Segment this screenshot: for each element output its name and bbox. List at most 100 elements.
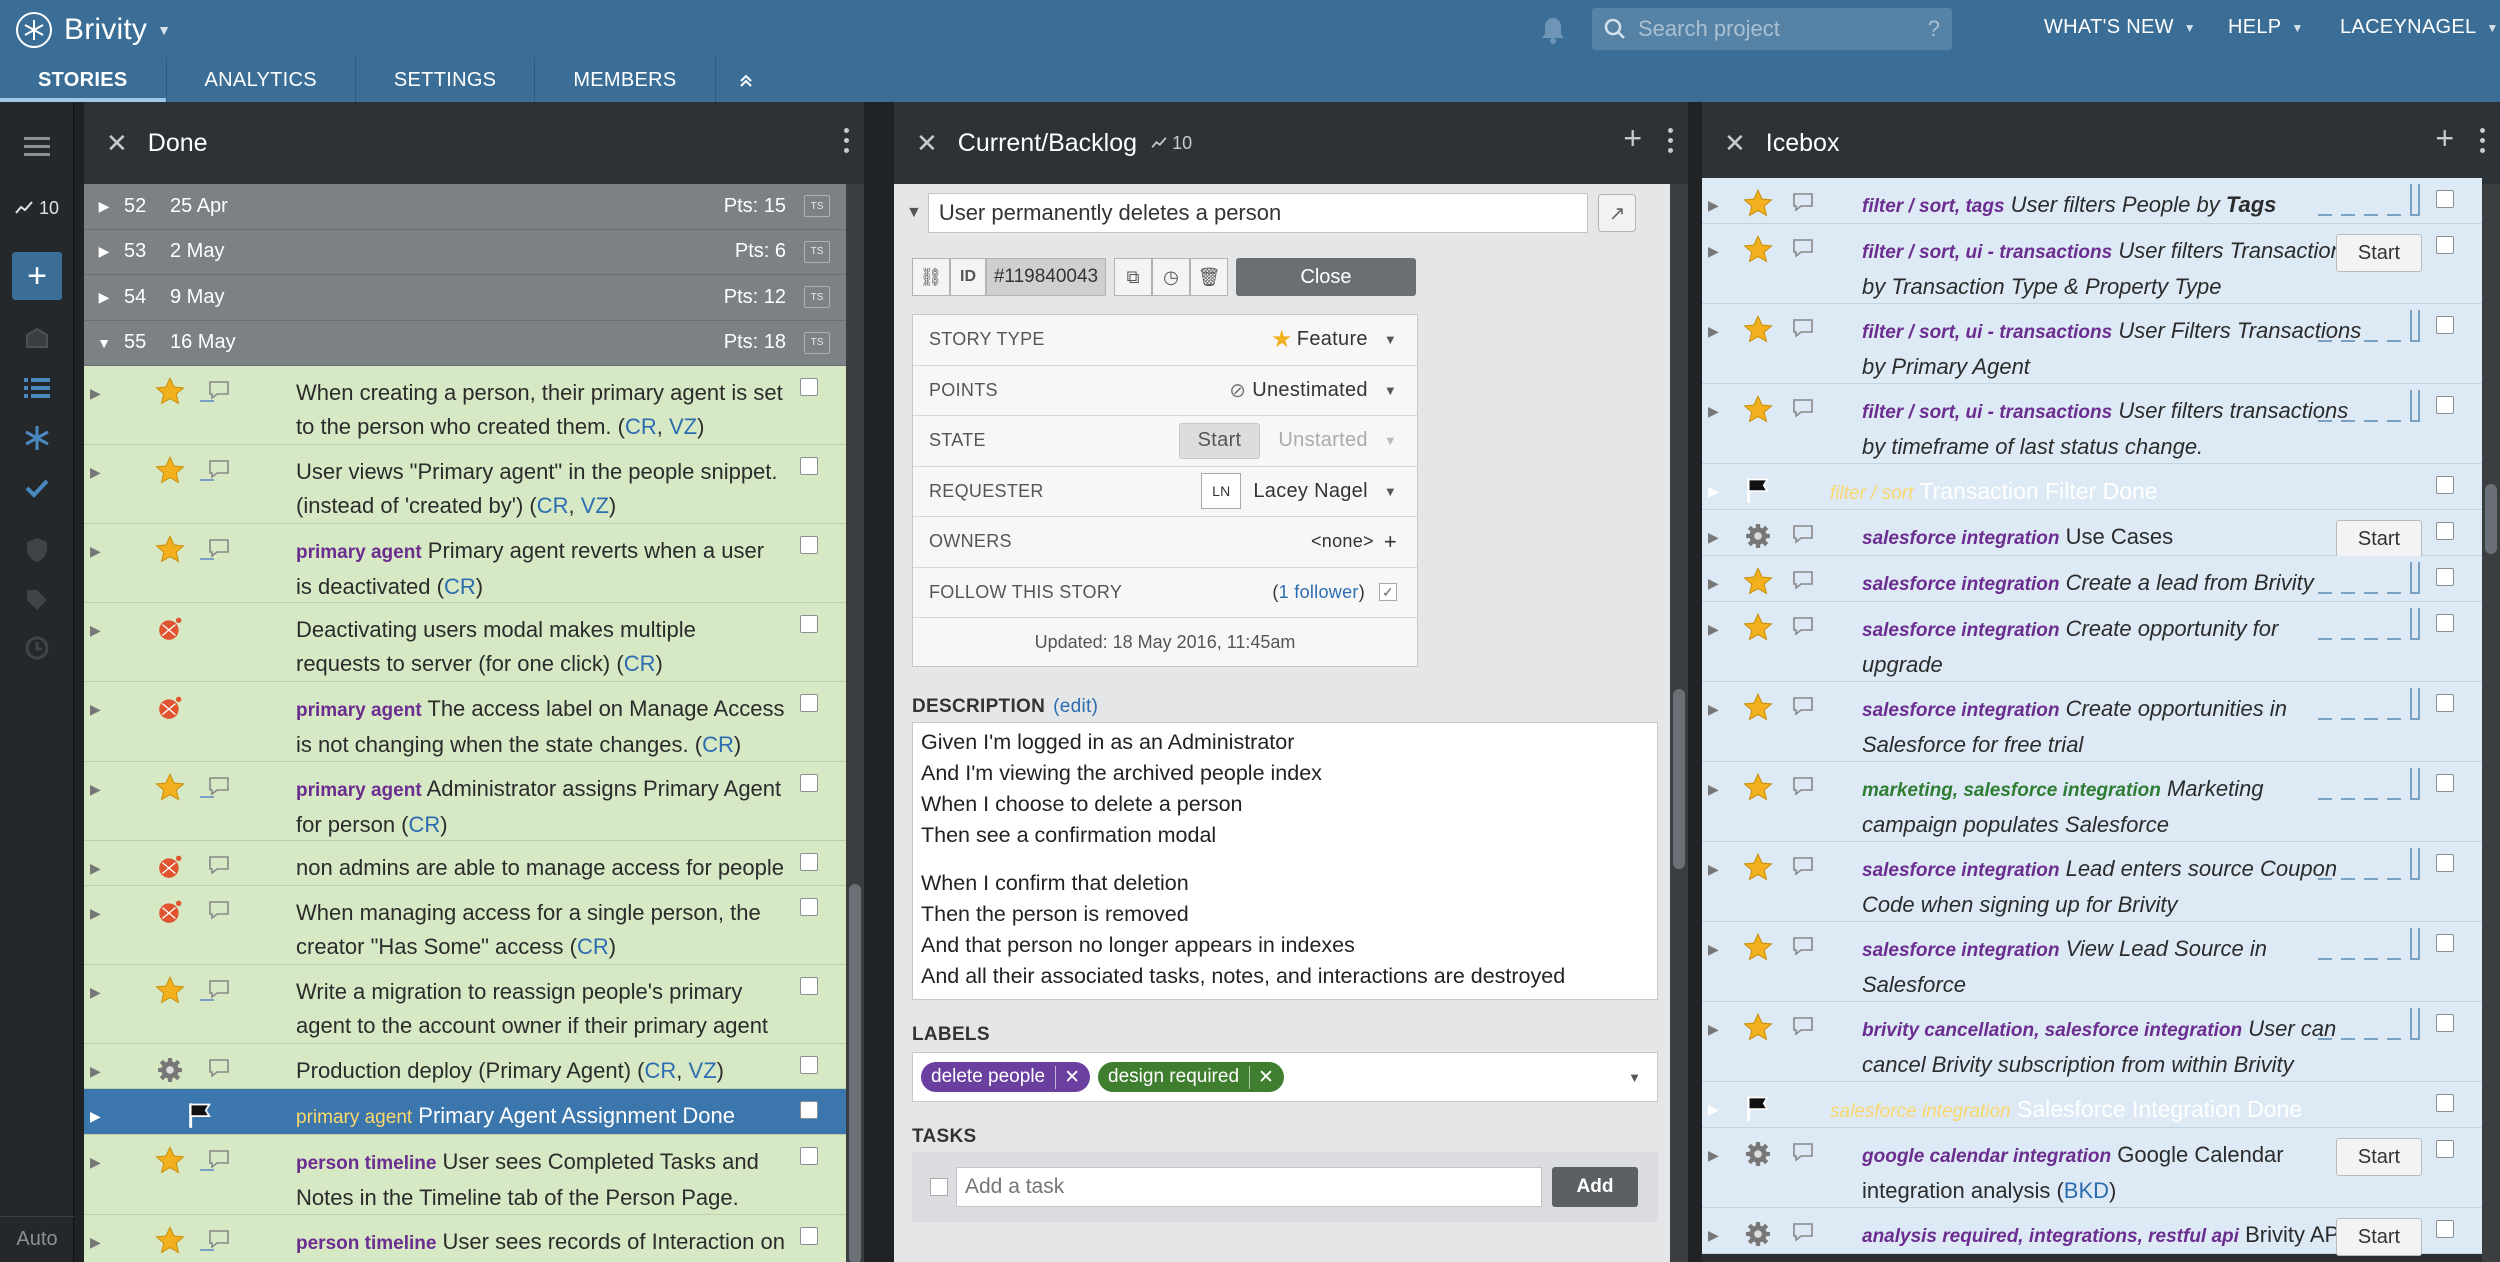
panel-menu-icon[interactable] bbox=[844, 128, 850, 158]
start-button[interactable]: Start bbox=[2336, 1218, 2422, 1256]
follow-checkbox[interactable]: ✓ bbox=[1379, 583, 1397, 602]
expand-story-icon[interactable]: ▶ bbox=[1708, 1138, 1719, 1172]
story-label[interactable]: analysis required, integrations, restful… bbox=[1862, 1226, 2239, 1247]
select-story-checkbox[interactable] bbox=[800, 774, 818, 792]
comment-icon[interactable] bbox=[208, 979, 230, 999]
expand-story-icon[interactable]: ▶ bbox=[1708, 1012, 1719, 1046]
clone-icon[interactable]: ⧉ bbox=[1114, 258, 1152, 296]
icebox-icon[interactable] bbox=[0, 414, 74, 462]
expand-story-icon[interactable]: ▶ bbox=[1708, 394, 1719, 428]
select-story-checkbox[interactable] bbox=[2436, 614, 2454, 632]
estimate-bars-icon[interactable] bbox=[2309, 766, 2420, 800]
story-row[interactable]: ▶ When managing access for a single perso… bbox=[84, 886, 846, 965]
expand-story-icon[interactable]: ▶ bbox=[90, 1145, 101, 1179]
estimate-bars-icon[interactable] bbox=[2309, 182, 2420, 216]
story-label[interactable]: salesforce integration bbox=[1830, 1101, 2011, 1122]
story-label[interactable]: filter / sort, ui - transactions bbox=[1862, 402, 2112, 423]
expand-story-icon[interactable]: ▶ bbox=[1708, 692, 1719, 726]
comment-icon[interactable] bbox=[1792, 936, 1814, 956]
description-text[interactable]: Given I'm logged in as an Administrator A… bbox=[912, 722, 1658, 1000]
select-story-checkbox[interactable] bbox=[2436, 934, 2454, 952]
story-row[interactable]: ▶ primary agent Primary agent reverts whe… bbox=[84, 524, 846, 603]
select-story-checkbox[interactable] bbox=[800, 378, 818, 396]
story-row[interactable]: ▶ salesforce integration Use Cases Start bbox=[1702, 510, 2482, 558]
expand-story-icon[interactable]: ▶ bbox=[1708, 1092, 1719, 1126]
story-id[interactable]: #119840043 bbox=[986, 258, 1106, 296]
story-row[interactable]: ▶ person timeline User sees records of In… bbox=[84, 1215, 846, 1262]
story-label[interactable]: primary agent bbox=[296, 1107, 412, 1128]
iteration-header[interactable]: ▶ 54 9 May Pts: 12 TS bbox=[84, 275, 846, 321]
start-button[interactable]: Start bbox=[2336, 1138, 2422, 1176]
add-story-button[interactable]: + bbox=[12, 252, 62, 300]
estimate-bars-icon[interactable] bbox=[2309, 560, 2420, 594]
comment-icon[interactable] bbox=[1792, 856, 1814, 876]
comment-icon[interactable] bbox=[208, 1229, 230, 1249]
expand-story-icon[interactable]: ▶ bbox=[90, 851, 101, 885]
help-menu[interactable]: HELP ▼ bbox=[2228, 16, 2304, 39]
story-type-row[interactable]: STORY TYPE ★ Feature ▼ bbox=[913, 315, 1417, 366]
comment-icon[interactable] bbox=[1792, 524, 1814, 544]
story-row[interactable]: ▶ non admins are able to manage access fo… bbox=[84, 841, 846, 914]
story-label[interactable]: primary agent bbox=[296, 700, 422, 721]
panel-menu-icon[interactable] bbox=[2480, 128, 2486, 158]
story-row[interactable]: ▶ primary agent Administrator assigns Pri… bbox=[84, 762, 846, 841]
story-row[interactable]: ▶ salesforce integration Create a lead fr… bbox=[1702, 556, 2482, 602]
story-row[interactable]: ▶ filter / sort, ui - transactions User f… bbox=[1702, 224, 2482, 304]
follower-count-link[interactable]: 1 follower bbox=[1279, 582, 1359, 603]
close-panel-icon[interactable]: ✕ bbox=[1724, 128, 1746, 159]
search-box[interactable]: ? bbox=[1592, 8, 1952, 50]
expand-iteration-icon[interactable]: ▶ bbox=[84, 198, 124, 215]
start-button[interactable]: Start bbox=[2336, 520, 2422, 558]
comment-icon[interactable] bbox=[1792, 1016, 1814, 1036]
story-row[interactable]: ▶ salesforce integration View Lead Source… bbox=[1702, 922, 2482, 1002]
estimate-bars-icon[interactable] bbox=[2309, 926, 2420, 960]
comment-icon[interactable] bbox=[208, 459, 230, 479]
estimate-bars-icon[interactable] bbox=[2309, 308, 2420, 342]
select-story-checkbox[interactable] bbox=[2436, 236, 2454, 254]
owner-initials[interactable]: BKD bbox=[2064, 1178, 2109, 1203]
expand-story-icon[interactable]: ▶ bbox=[1708, 772, 1719, 806]
expand-story-icon[interactable]: ▶ bbox=[1708, 1218, 1719, 1252]
story-row[interactable]: ▶ Deactivating users modal makes multiple… bbox=[84, 603, 846, 682]
expand-story-icon[interactable]: ▶ bbox=[90, 692, 101, 726]
story-label[interactable]: salesforce integration bbox=[1862, 860, 2059, 881]
expand-story-icon[interactable]: ▶ bbox=[1708, 852, 1719, 886]
panel-menu-icon[interactable] bbox=[1668, 128, 1674, 158]
select-story-checkbox[interactable] bbox=[2436, 854, 2454, 872]
owner-initials[interactable]: CR bbox=[645, 1058, 677, 1083]
story-row[interactable]: ▶ salesforce integration Create opportuni… bbox=[1702, 602, 2482, 682]
expand-story-icon[interactable]: ▶ bbox=[1708, 234, 1719, 268]
select-story-checkbox[interactable] bbox=[2436, 774, 2454, 792]
story-row[interactable]: ▶ Production deploy (Primary Agent) (CR, … bbox=[84, 1044, 846, 1089]
bell-icon[interactable] bbox=[1540, 16, 1566, 44]
story-label[interactable]: primary agent bbox=[296, 542, 422, 563]
iteration-header[interactable]: ▼ 55 16 May Pts: 18 TS bbox=[84, 320, 846, 366]
owner-initials[interactable]: VZ bbox=[581, 493, 609, 518]
comment-icon[interactable] bbox=[1792, 696, 1814, 716]
story-row[interactable]: ▶ User views "Primary agent" in the peopl… bbox=[84, 445, 846, 524]
comment-icon[interactable] bbox=[208, 1149, 230, 1169]
expand-story-icon[interactable]: ▶ bbox=[90, 896, 101, 930]
comment-icon[interactable] bbox=[208, 855, 230, 875]
team-strength-badge[interactable]: TS bbox=[804, 195, 830, 218]
select-story-checkbox[interactable] bbox=[2436, 694, 2454, 712]
expand-story-icon[interactable]: ▶ bbox=[90, 975, 101, 1009]
history-icon[interactable]: ◷ bbox=[1152, 258, 1190, 296]
team-strength-badge[interactable]: TS bbox=[804, 286, 830, 309]
remove-label-icon[interactable]: ✕ bbox=[1055, 1065, 1080, 1089]
story-label[interactable]: salesforce integration bbox=[1862, 940, 2059, 961]
owners-row[interactable]: OWNERS <none> + bbox=[913, 517, 1417, 568]
owner-initials[interactable]: CR bbox=[444, 574, 476, 599]
comment-icon[interactable] bbox=[1792, 1222, 1814, 1242]
task-input[interactable] bbox=[956, 1167, 1542, 1207]
comment-icon[interactable] bbox=[1792, 570, 1814, 590]
points-row[interactable]: POINTS ⊘ Unestimated ▼ bbox=[913, 366, 1417, 416]
expand-story-icon[interactable]: ▶ bbox=[90, 1225, 101, 1259]
comment-icon[interactable] bbox=[1792, 1142, 1814, 1162]
select-story-checkbox[interactable] bbox=[2436, 1014, 2454, 1032]
close-panel-icon[interactable]: ✕ bbox=[106, 128, 128, 159]
story-row[interactable]: ▶ person timeline User sees Completed Tas… bbox=[84, 1135, 846, 1244]
current-backlog-icon[interactable] bbox=[0, 364, 74, 412]
close-panel-icon[interactable]: ✕ bbox=[916, 128, 938, 159]
iteration-header[interactable]: ▶ 53 2 May Pts: 6 TS bbox=[84, 229, 846, 275]
